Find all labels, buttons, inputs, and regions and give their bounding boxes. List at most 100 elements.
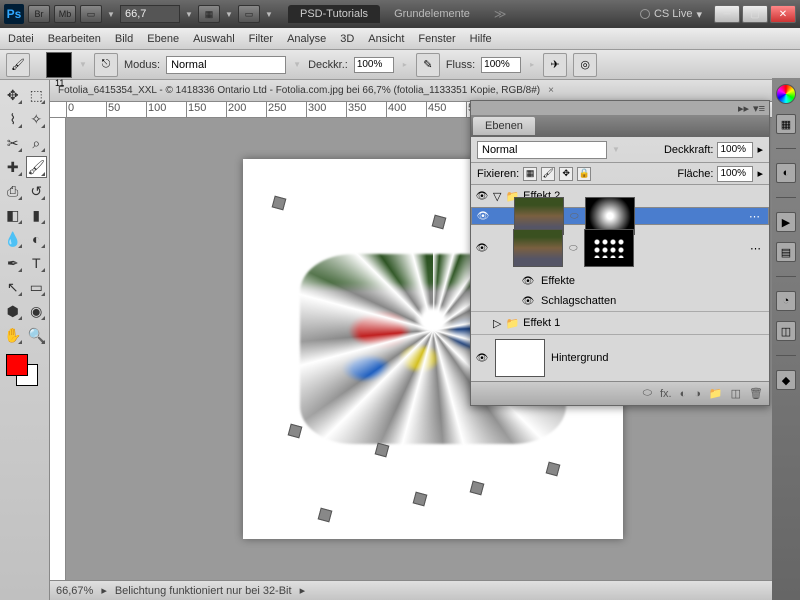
menu-fenster[interactable]: Fenster xyxy=(418,33,455,45)
move-tool[interactable]: ✥ xyxy=(2,84,24,106)
brush-preview[interactable]: 11 xyxy=(46,52,72,78)
menu-ebene[interactable]: Ebene xyxy=(147,33,179,45)
menu-auswahl[interactable]: Auswahl xyxy=(193,33,235,45)
group-name[interactable]: Effekt 1 xyxy=(523,317,560,329)
menu-ansicht[interactable]: Ansicht xyxy=(368,33,404,45)
lock-all-icon[interactable]: 🔒 xyxy=(577,167,591,181)
visibility-icon[interactable]: 👁 xyxy=(475,241,489,255)
swatches-panel-icon[interactable]: ▦ xyxy=(776,114,796,134)
menu-datei[interactable]: Datei xyxy=(8,33,34,45)
heal-tool[interactable]: ✚ xyxy=(2,156,24,178)
arrange-button[interactable]: ▭ xyxy=(238,5,260,23)
dropdown-icon[interactable]: ▼ xyxy=(224,10,234,19)
dropdown-icon[interactable]: ▸ xyxy=(527,60,537,69)
menu-3d[interactable]: 3D xyxy=(340,33,354,45)
effects-row[interactable]: 👁Effekte xyxy=(471,271,769,291)
shape-tool[interactable]: ▭ xyxy=(26,276,48,298)
close-button[interactable]: ✕ xyxy=(770,5,796,23)
screen-mode-button[interactable]: ▭ xyxy=(80,5,102,23)
adjustment-icon[interactable]: ◑ xyxy=(694,388,701,400)
cslive-button[interactable]: CS Live ▾ xyxy=(640,8,702,21)
visibility-icon[interactable]: 👁 xyxy=(475,351,489,365)
blur-tool[interactable]: 💧 xyxy=(2,228,24,250)
visibility-icon[interactable] xyxy=(475,316,489,330)
layer-opacity-input[interactable] xyxy=(717,142,753,158)
stamp-tool[interactable]: ⎙ xyxy=(2,180,24,202)
minibridge-button[interactable]: Mb xyxy=(54,5,76,23)
crop-tool[interactable]: ✂ xyxy=(2,132,24,154)
opacity-input[interactable] xyxy=(354,57,394,73)
dodge-tool[interactable]: ◐ xyxy=(26,228,48,250)
eyedropper-tool[interactable]: ⌕ xyxy=(26,132,48,154)
collapse-icon[interactable]: ▸▸ xyxy=(738,102,749,115)
zoom-field[interactable]: 66,7 xyxy=(120,5,180,23)
zoom-tool[interactable]: 🔍 xyxy=(26,324,48,346)
document-tab[interactable]: Fotolia_6415354_XXL - © 1418336 Ontario … xyxy=(50,80,800,102)
view-extras-button[interactable]: ▦ xyxy=(198,5,220,23)
chevron-right-icon[interactable]: ≫ xyxy=(494,7,507,21)
mask-icon[interactable]: ◐ xyxy=(680,388,687,400)
dropdown-icon[interactable]: ▼ xyxy=(184,10,194,19)
blend-mode-select[interactable]: Normal xyxy=(166,56,286,74)
brush-tool[interactable]: 🖌 xyxy=(26,156,48,178)
brush-panel-button[interactable]: ⎋ xyxy=(94,53,118,77)
dropdown-icon[interactable]: ▼ xyxy=(292,60,302,69)
tablet-size-button[interactable]: ◎ xyxy=(573,53,597,77)
lock-transparency-icon[interactable]: ▦ xyxy=(523,167,537,181)
visibility-icon[interactable]: 👁 xyxy=(476,209,490,223)
layer-name[interactable]: Hintergrund xyxy=(551,352,608,364)
menu-bearbeiten[interactable]: Bearbeiten xyxy=(48,33,101,45)
lock-position-icon[interactable]: ✥ xyxy=(559,167,573,181)
menu-hilfe[interactable]: Hilfe xyxy=(470,33,492,45)
layer-thumbnail[interactable] xyxy=(513,229,563,267)
link-layers-icon[interactable]: ⬭ xyxy=(643,387,652,400)
workspace-tab[interactable]: Grundelemente xyxy=(382,5,482,23)
fx-icon[interactable]: fx. xyxy=(660,388,672,400)
dropdown-icon[interactable]: ▼ xyxy=(78,60,88,69)
layers-dock-icon[interactable]: ◆ xyxy=(776,370,796,390)
3d-camera-tool[interactable]: ◉ xyxy=(26,300,48,322)
layers-tab[interactable]: Ebenen xyxy=(473,117,535,135)
color-swatches[interactable] xyxy=(2,354,47,394)
layer-fill-input[interactable] xyxy=(717,166,753,182)
dropdown-icon[interactable]: ▼ xyxy=(106,10,116,19)
link-icon[interactable]: ⬭ xyxy=(570,211,579,222)
dropdown-icon[interactable]: ▸ xyxy=(400,60,410,69)
layer-thumbnail[interactable] xyxy=(495,339,545,377)
type-tool[interactable]: T xyxy=(26,252,48,274)
disclosure-icon[interactable]: ▽ xyxy=(493,190,501,203)
actions-panel-icon[interactable]: ▶ xyxy=(776,212,796,232)
eraser-tool[interactable]: ◧ xyxy=(2,204,24,226)
link-icon[interactable]: ⬭ xyxy=(569,243,578,254)
minimize-button[interactable]: ─ xyxy=(714,5,740,23)
layer-row[interactable]: 👁 ⬭ ⋯ xyxy=(471,225,769,271)
bridge-button[interactable]: Br xyxy=(28,5,50,23)
layer-group-header[interactable]: ▷ 📁 Effekt 1 xyxy=(471,312,769,334)
history-brush-tool[interactable]: ↺ xyxy=(26,180,48,202)
panel-menu-icon[interactable]: ▾≡ xyxy=(753,102,765,115)
new-layer-icon[interactable]: ◫ xyxy=(731,387,741,400)
color-panel-icon[interactable] xyxy=(776,84,796,104)
status-zoom[interactable]: 66,67% xyxy=(56,585,93,597)
layer-blend-select[interactable]: Normal xyxy=(477,141,607,159)
pen-tool[interactable]: ✒ xyxy=(2,252,24,274)
hand-tool[interactable]: ✋ xyxy=(2,324,24,346)
airbrush-button[interactable]: ✈ xyxy=(543,53,567,77)
dropdown-icon[interactable]: ▼ xyxy=(264,10,274,19)
wand-tool[interactable]: ✧ xyxy=(26,108,48,130)
history-panel-icon[interactable]: ▤ xyxy=(776,242,796,262)
delete-icon[interactable]: 🗑 xyxy=(749,387,763,400)
menu-filter[interactable]: Filter xyxy=(249,33,273,45)
lasso-tool[interactable]: ⌇ xyxy=(2,108,24,130)
visibility-icon[interactable]: 👁 xyxy=(475,189,489,203)
adjustments-panel-icon[interactable]: ◐ xyxy=(776,163,796,183)
lock-paint-icon[interactable]: 🖌 xyxy=(541,167,555,181)
layer-row[interactable]: 👁 Hintergrund xyxy=(471,335,769,381)
dropshadow-row[interactable]: 👁Schlagschatten xyxy=(471,291,769,311)
tablet-opacity-button[interactable]: ✎ xyxy=(416,53,440,77)
menu-analyse[interactable]: Analyse xyxy=(287,33,326,45)
channels-panel-icon[interactable]: ◫ xyxy=(776,321,796,341)
3d-tool[interactable]: ⬢ xyxy=(2,300,24,322)
current-tool-icon[interactable]: 🖌 xyxy=(6,53,30,77)
close-tab-icon[interactable]: × xyxy=(548,85,554,96)
